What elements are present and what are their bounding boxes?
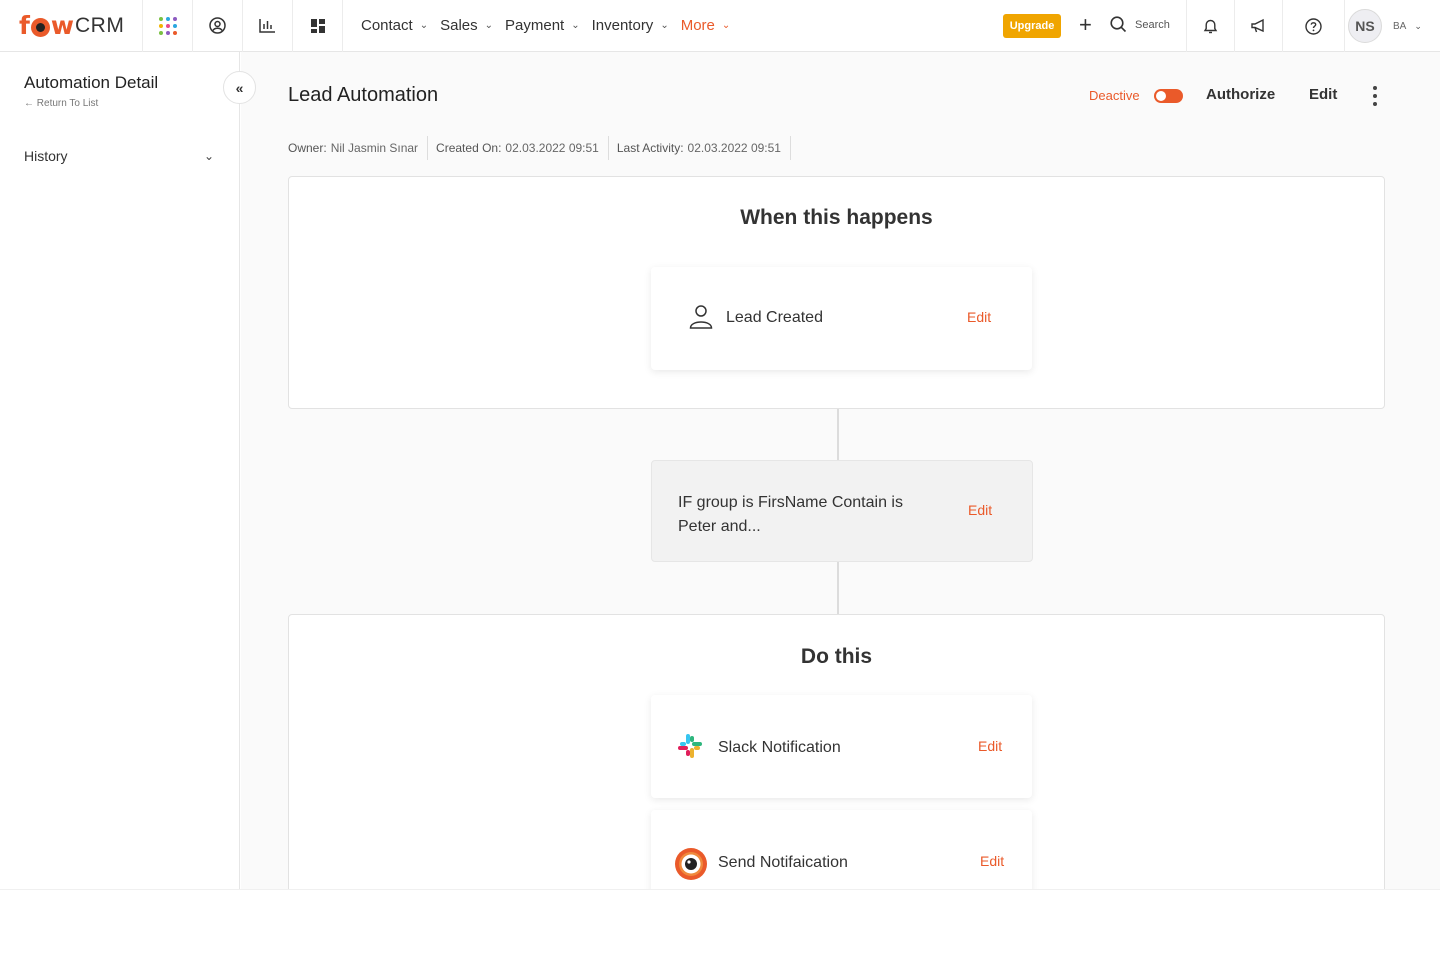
flow-connector	[837, 409, 839, 460]
apps-grid-button[interactable]	[143, 0, 193, 52]
nav-more[interactable]: More ⌄	[681, 17, 731, 34]
sidebar: Automation Detail ← Return To List Histo…	[0, 52, 240, 889]
megaphone-icon	[1251, 18, 1264, 33]
chevron-down-icon: ⌄	[1414, 20, 1422, 31]
chevron-down-icon: ⌄	[721, 20, 731, 31]
trigger-panel: When this happens Lead Created Edit	[288, 176, 1385, 409]
avatar: NS	[1348, 9, 1382, 43]
double-chevron-left-icon: «	[235, 79, 244, 96]
trigger-section-title: When this happens	[740, 206, 933, 229]
nav-more-label: More	[680, 17, 715, 34]
return-to-list-label: Return To List	[36, 98, 99, 109]
action-label: Slack Notification	[718, 739, 841, 756]
add-plus-icon[interactable]: +	[1079, 14, 1092, 36]
meta-owner-value: Nil Jasmin Sınar	[330, 141, 419, 155]
search-icon	[1110, 16, 1127, 33]
return-to-list-link[interactable]: ← Return To List	[24, 98, 98, 109]
trigger-edit-button[interactable]: Edit	[967, 309, 991, 325]
chevron-down-icon: ⌄	[660, 20, 669, 31]
top-bar: f w CRM Contact ⌄ Sales ⌄ Payment ⌄ Invento…	[0, 0, 1440, 52]
chevron-down-icon: ⌄	[571, 20, 580, 31]
nav-sales[interactable]: Sales ⌄	[440, 17, 493, 34]
apps-grid-icon	[158, 16, 177, 35]
action-label: Send Notifaication	[718, 854, 848, 871]
chevron-down-icon: ⌄	[484, 20, 494, 31]
status-label: Deactive	[1089, 88, 1140, 103]
trigger-label: Lead Created	[726, 309, 823, 326]
actions-panel: Do this Slack Notification Edit Send Not…	[288, 614, 1385, 889]
action-edit-button[interactable]: Edit	[980, 853, 1004, 869]
meta-activity-value: 02.03.2022 09:51	[687, 141, 781, 155]
meta-created: Created On: 02.03.2022 09:51	[436, 136, 609, 160]
collapse-sidebar-button[interactable]: «	[223, 71, 256, 104]
condition-edit-button[interactable]: Edit	[968, 502, 992, 518]
nav-inventory[interactable]: Inventory ⌄	[592, 17, 669, 34]
chevron-down-icon[interactable]: ⌄	[204, 149, 214, 163]
bottom-blank-area	[0, 889, 1440, 954]
main-content: Lead Automation Deactive Authorize Edit …	[241, 52, 1440, 889]
announcements-button[interactable]	[1234, 0, 1282, 52]
condition-card: IF group is FirsName Contain is Peter an…	[651, 460, 1033, 562]
main-nav: Contact ⌄ Sales ⌄ Payment ⌄ Inventory ⌄ More…	[361, 0, 742, 52]
action-edit-button[interactable]: Edit	[978, 738, 1002, 754]
help-button[interactable]	[1282, 0, 1344, 52]
upgrade-button[interactable]: Upgrade	[1003, 14, 1061, 38]
notifications-button[interactable]	[1186, 0, 1234, 52]
meta-last-activity: Last Activity: 02.03.2022 09:51	[617, 136, 791, 160]
bar-chart-icon	[259, 19, 275, 33]
nav-payment-label: Payment	[505, 17, 565, 34]
action-card: Slack Notification Edit	[651, 695, 1032, 798]
page-title: Lead Automation	[288, 84, 439, 106]
meta-created-key: Created On:	[436, 141, 502, 155]
slack-icon	[678, 734, 702, 758]
dashboard-icon	[310, 18, 325, 33]
logo-eye-icon	[30, 18, 50, 37]
contacts-button[interactable]	[193, 0, 243, 52]
logo-letter-w: w	[50, 11, 74, 40]
flow-connector	[837, 562, 839, 614]
authorize-button[interactable]: Authorize	[1206, 86, 1275, 103]
meta-owner-key: Owner:	[288, 141, 327, 155]
user-circle-icon	[209, 17, 226, 34]
search-label: Search	[1135, 18, 1170, 31]
action-card: Send Notifaication Edit	[651, 810, 1032, 889]
logo-letter-f: f	[19, 11, 30, 40]
bell-icon	[1203, 19, 1218, 33]
meta-owner: Owner: Nil Jasmin Sınar	[288, 136, 429, 160]
meta-activity-key: Last Activity:	[616, 141, 684, 155]
nav-contact-label: Contact	[361, 17, 413, 34]
user-org-label: BA	[1393, 20, 1407, 32]
nav-inventory-label: Inventory	[591, 17, 654, 34]
logo-text-crm: CRM	[75, 13, 125, 37]
edit-automation-button[interactable]: Edit	[1309, 86, 1337, 103]
trigger-card: Lead Created Edit	[651, 267, 1032, 370]
user-icon	[689, 305, 713, 329]
chevron-down-icon: ⌄	[419, 20, 429, 31]
reports-button[interactable]	[243, 0, 293, 52]
fowcrm-eye-icon	[675, 848, 707, 880]
app-logo[interactable]: f w CRM	[0, 0, 143, 52]
meta-info: Owner: Nil Jasmin Sınar Created On: 02.03.…	[288, 136, 799, 160]
nav-contact[interactable]: Contact ⌄	[361, 17, 428, 34]
more-options-icon[interactable]	[1369, 86, 1381, 106]
sidebar-title: Automation Detail	[24, 73, 159, 92]
help-circle-icon	[1305, 17, 1322, 35]
dashboard-button[interactable]	[293, 0, 343, 52]
meta-created-value: 02.03.2022 09:51	[505, 141, 599, 155]
actions-section-title: Do this	[800, 645, 873, 668]
nav-payment[interactable]: Payment ⌄	[505, 17, 580, 34]
user-menu[interactable]: NS BA ⌄	[1344, 0, 1440, 52]
active-toggle[interactable]	[1154, 89, 1183, 103]
condition-text: IF group is FirsName Contain is Peter an…	[678, 494, 903, 535]
nav-sales-label: Sales	[440, 17, 478, 34]
search-button[interactable]: Search	[1110, 16, 1170, 33]
history-section-toggle[interactable]: History	[24, 148, 68, 164]
